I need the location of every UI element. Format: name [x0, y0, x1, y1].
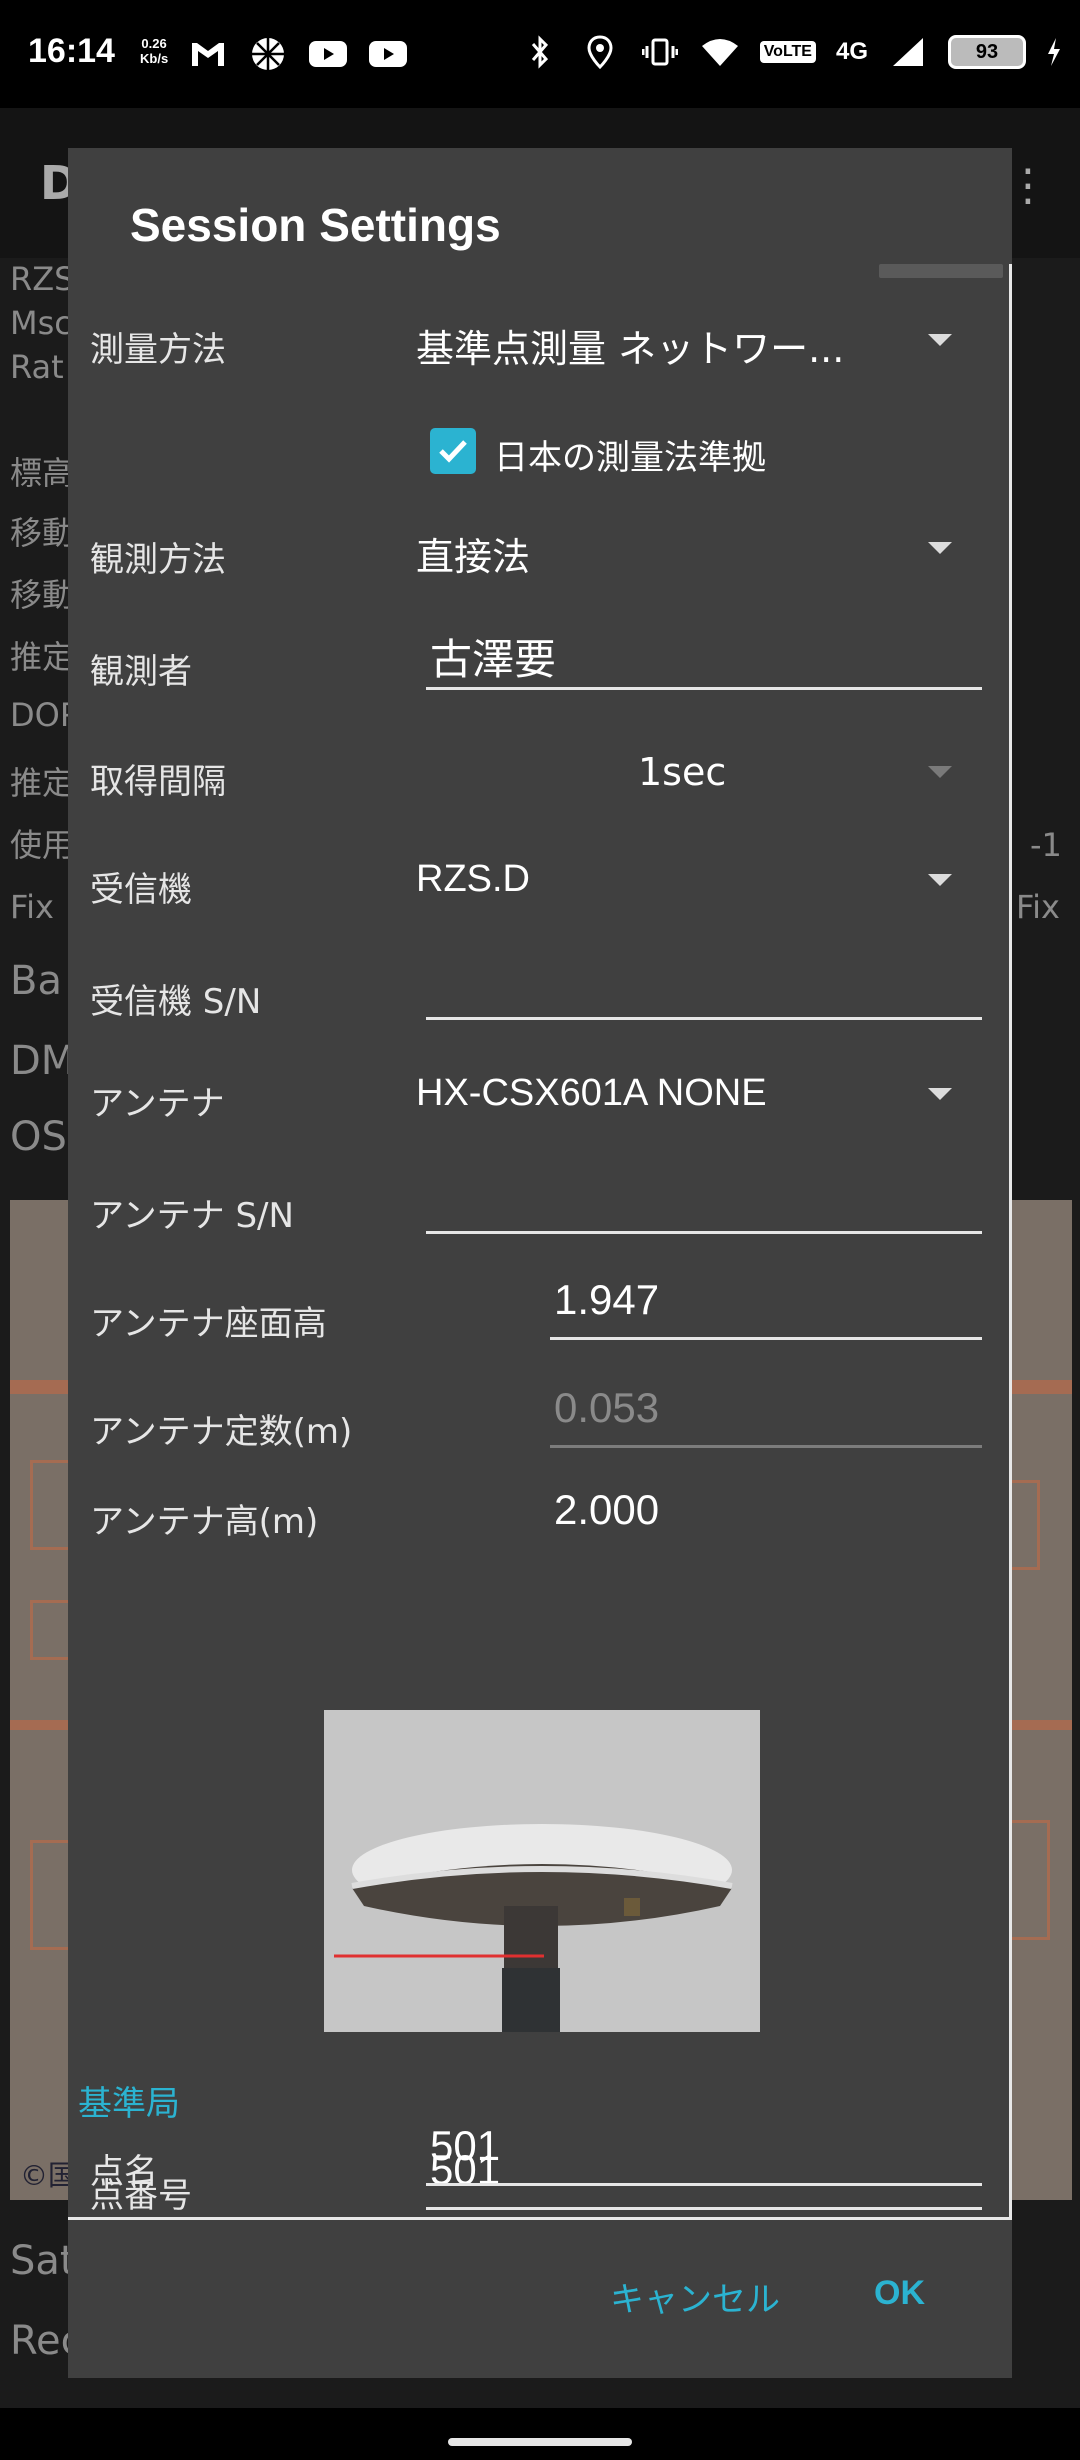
- bg-label: OS: [10, 1114, 67, 1160]
- youtube-icon: [368, 36, 408, 72]
- bg-label: 移動: [10, 576, 75, 614]
- antenna-constant-input: 0.053: [550, 1378, 982, 1448]
- overflow-menu-icon: ⋮: [1006, 160, 1050, 211]
- pinwheel-icon: [248, 36, 288, 72]
- point-name-label: 点名: [90, 2152, 158, 2192]
- battery-indicator: 93: [948, 35, 1026, 69]
- cancel-button[interactable]: キャンセル: [610, 2272, 780, 2321]
- bg-label: Ba: [10, 958, 62, 1004]
- antenna-height-value: 2.000: [554, 1486, 660, 1533]
- observation-method-value: 直接法: [416, 535, 531, 579]
- bg-label: Rat: [10, 348, 64, 386]
- bg-label: Fix: [10, 888, 54, 926]
- navigation-bar: [0, 2408, 1080, 2460]
- session-settings-dialog: Session Settings 測量方法 基準点測量 ネットワー... 日本の…: [68, 148, 1012, 2378]
- receiver-sn-label: 受信機 S/N: [90, 982, 262, 1022]
- bg-value: Fix: [1016, 888, 1060, 926]
- antenna-label: アンテナ: [90, 1084, 225, 1124]
- scrollbar-thumb[interactable]: [879, 264, 1003, 278]
- bg-label: 標高: [10, 454, 75, 492]
- dialog-title: Session Settings: [130, 199, 501, 251]
- bg-label: Msc: [10, 304, 72, 342]
- bg-label: 使用: [10, 826, 75, 864]
- bg-value: -1: [1030, 826, 1062, 864]
- bluetooth-icon: [520, 34, 560, 70]
- japan-survey-law-checkbox[interactable]: [430, 428, 476, 474]
- antenna-mount-height-input[interactable]: 1.947: [550, 1270, 982, 1340]
- vibrate-icon: [640, 34, 680, 70]
- youtube-icon: [308, 36, 348, 72]
- charging-icon: [1046, 34, 1062, 70]
- antenna-mount-height-label: アンテナ座面高: [90, 1304, 327, 1344]
- bg-label: RZS: [10, 260, 75, 298]
- antenna-sn-input[interactable]: [426, 1164, 982, 1234]
- interval-label: 取得間隔: [90, 762, 226, 802]
- dropdown-arrow-icon: [928, 334, 952, 346]
- bg-label: 移動: [10, 514, 75, 552]
- bg-label: 推定: [10, 638, 75, 676]
- receiver-value: RZS.D: [416, 858, 530, 900]
- antenna-constant-label: アンテナ定数(m): [90, 1412, 353, 1452]
- survey-method-dropdown[interactable]: 基準点測量 ネットワー...: [416, 306, 976, 376]
- observation-method-dropdown[interactable]: 直接法: [416, 514, 976, 584]
- bg-label: 推定: [10, 764, 75, 802]
- japan-survey-law-label: 日本の測量法準拠: [494, 438, 766, 478]
- dropdown-arrow-icon: [928, 874, 952, 886]
- survey-method-value: 基準点測量 ネットワー...: [416, 327, 845, 371]
- ok-button[interactable]: OK: [874, 2274, 925, 2313]
- location-icon: [580, 34, 620, 70]
- checkmark-icon: [439, 440, 467, 463]
- antenna-height-label: アンテナ高(m): [90, 1502, 319, 1542]
- network-speed: 0.26 Kb/s: [140, 36, 168, 66]
- gmail-icon: [188, 36, 228, 72]
- dialog-scroll-content[interactable]: 測量方法 基準点測量 ネットワー... 日本の測量法準拠 観測方法 直接法 観測…: [68, 264, 1012, 2220]
- antenna-dropdown[interactable]: HX-CSX601A NONE: [416, 1060, 976, 1130]
- receiver-dropdown[interactable]: RZS.D: [416, 846, 976, 916]
- antenna-image: [324, 1710, 760, 2032]
- antenna-sn-label: アンテナ S/N: [90, 1196, 294, 1236]
- system-icons: VoLTE 4G 93: [520, 34, 1062, 70]
- dropdown-arrow-icon: [928, 1088, 952, 1100]
- base-station-header: 基準局: [78, 2084, 180, 2124]
- bg-label: Sat: [10, 2238, 76, 2284]
- interval-value: 1sec: [638, 750, 727, 794]
- dropdown-arrow-icon: [928, 542, 952, 554]
- antenna-constant-value: 0.053: [554, 1384, 660, 1431]
- observer-value: 古澤要: [430, 636, 557, 683]
- survey-method-label: 測量方法: [90, 330, 226, 370]
- network-speed-value: 0.26: [141, 36, 167, 51]
- observer-input[interactable]: 古澤要: [426, 620, 982, 690]
- receiver-sn-input[interactable]: [426, 950, 982, 1020]
- antenna-mount-height-value: 1.947: [554, 1276, 660, 1323]
- volte-badge: VoLTE: [759, 41, 816, 63]
- observation-method-label: 観測方法: [90, 540, 226, 580]
- status-bar: 16:14 0.26 Kb/s VoLTE 4G 93: [0, 0, 1080, 108]
- home-gesture-handle[interactable]: [448, 2438, 632, 2446]
- signal-icon: [888, 34, 928, 70]
- point-name-value: 501: [430, 2122, 501, 2169]
- network-type: 4G: [835, 38, 868, 65]
- observer-label: 観測者: [90, 652, 192, 692]
- notification-icons: [188, 36, 408, 72]
- dropdown-arrow-icon: [928, 766, 952, 778]
- network-speed-unit: Kb/s: [140, 51, 169, 66]
- status-time: 16:14: [28, 32, 115, 70]
- interval-dropdown[interactable]: 1sec: [416, 738, 976, 808]
- point-name-input[interactable]: 501: [426, 2116, 982, 2186]
- antenna-value: HX-CSX601A NONE: [416, 1072, 767, 1114]
- bg-label: DM: [10, 1038, 76, 1084]
- wifi-icon: [700, 34, 740, 70]
- receiver-label: 受信機: [90, 870, 192, 910]
